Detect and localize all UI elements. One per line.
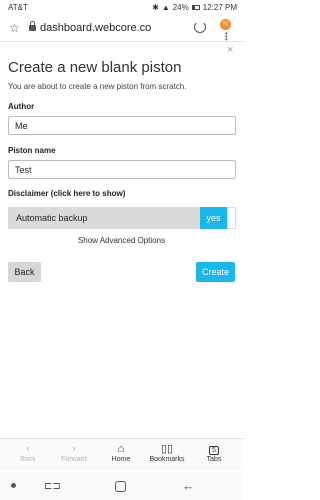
close-icon[interactable]: × bbox=[227, 44, 233, 56]
bookmark-star-icon[interactable]: ☆ bbox=[9, 21, 20, 35]
browser-back-button[interactable]: ‹ Back bbox=[6, 442, 50, 463]
assistant-dot-icon[interactable] bbox=[11, 483, 16, 488]
browser-back-label: Back bbox=[20, 456, 36, 463]
browser-tabs-label: Tabs bbox=[206, 456, 222, 463]
back-button[interactable]: Back bbox=[8, 262, 41, 282]
status-icons: ✱ ▲ 24% 12:27 PM bbox=[152, 3, 237, 12]
disclaimer-link[interactable]: Disclaimer (click here to show) bbox=[8, 189, 125, 198]
carrier-label: AT&T bbox=[8, 3, 28, 12]
signal-icon: ▲ bbox=[161, 3, 170, 12]
browser-bookmarks-label: Bookmarks bbox=[149, 456, 185, 463]
lock-icon[interactable] bbox=[29, 21, 36, 31]
tabs-count: 5 bbox=[209, 446, 219, 455]
automatic-backup-row: Automatic backup yes bbox=[8, 207, 236, 229]
author-label: Author bbox=[8, 102, 35, 111]
create-button[interactable]: Create bbox=[196, 262, 235, 282]
browser-tabs-button[interactable]: 5 Tabs bbox=[192, 442, 236, 463]
url-field[interactable]: dashboard.webcore.co bbox=[40, 22, 151, 34]
toggle-knob[interactable] bbox=[227, 207, 236, 229]
browser-bottom-bar: ‹ Back › Forward ⌂ Home ▯▯ Bookmarks 5 T… bbox=[0, 438, 243, 470]
status-bar: AT&T ✱ ▲ 24% 12:27 PM bbox=[0, 0, 243, 15]
author-input[interactable]: Me bbox=[8, 116, 236, 135]
chevron-left-icon: ‹ bbox=[26, 443, 30, 455]
reload-icon[interactable] bbox=[194, 21, 206, 33]
piston-name-input[interactable]: Test bbox=[8, 160, 236, 179]
bluetooth-icon: ✱ bbox=[152, 3, 159, 12]
dialog-title: Create a new blank piston bbox=[8, 59, 182, 76]
automatic-backup-toggle[interactable]: yes bbox=[200, 207, 227, 229]
recent-apps-icon[interactable]: ⊏⊐ bbox=[44, 481, 61, 492]
browser-bookmarks-button[interactable]: ▯▯ Bookmarks bbox=[145, 442, 189, 463]
browser-url-bar: ☆ dashboard.webcore.co N • • • bbox=[0, 15, 243, 44]
browser-forward-label: Forward bbox=[61, 456, 87, 463]
show-advanced-options-link[interactable]: Show Advanced Options bbox=[0, 236, 243, 245]
home-nav-icon[interactable] bbox=[115, 481, 126, 492]
back-arrow-icon[interactable]: ← bbox=[182, 478, 195, 493]
browser-home-button[interactable]: ⌂ Home bbox=[99, 442, 143, 463]
browser-home-label: Home bbox=[111, 456, 131, 463]
battery-percent: 24% bbox=[172, 3, 189, 12]
home-icon: ⌂ bbox=[117, 443, 125, 455]
menu-dots-icon[interactable]: • • • bbox=[225, 30, 228, 44]
automatic-backup-label: Automatic backup bbox=[16, 213, 88, 223]
dialog-subtitle: You are about to create a new piston fro… bbox=[8, 82, 187, 91]
clock: 12:27 PM bbox=[202, 3, 237, 12]
battery-icon bbox=[191, 5, 200, 10]
chevron-right-icon: › bbox=[72, 443, 76, 455]
tabs-icon: 5 bbox=[192, 442, 236, 456]
bookmarks-icon: ▯▯ bbox=[160, 443, 174, 455]
browser-forward-button[interactable]: › Forward bbox=[52, 442, 96, 463]
piston-name-label: Piston name bbox=[8, 146, 56, 155]
android-nav-bar: ⊏⊐ ← bbox=[0, 472, 243, 500]
